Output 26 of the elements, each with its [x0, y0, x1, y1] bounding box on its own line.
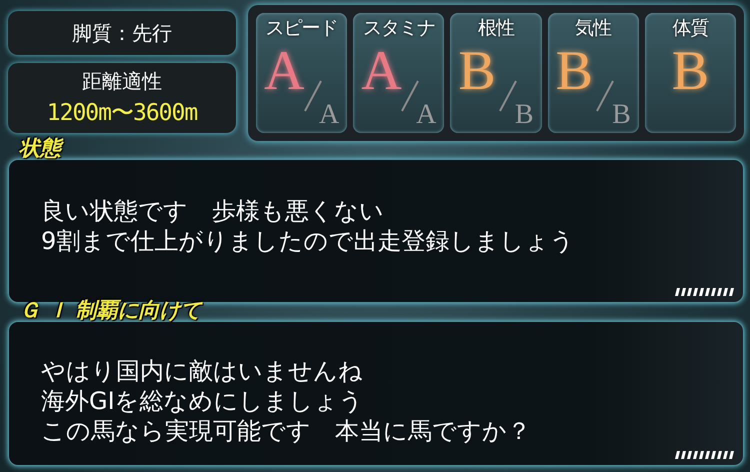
message-line: この馬なら実現可能です 本当に馬ですか？: [41, 416, 532, 446]
message-line: 海外GIを総なめにしましょう: [41, 386, 365, 416]
potential-grade: B: [514, 99, 534, 131]
potential-grade: A: [318, 99, 340, 131]
stat-name: 根性: [478, 16, 514, 41]
stripe-icon: [675, 288, 735, 296]
potential-grade: B: [612, 99, 631, 131]
stat-grade: A: [361, 43, 402, 99]
stripe-icon: [675, 451, 735, 459]
stat-name: 気性: [575, 16, 612, 41]
panel-title: Ｇ Ｉ 制覇に向けて: [19, 297, 202, 324]
message-line: 9割まで仕上がりましたので出走登録しましょう: [41, 226, 576, 256]
stat-grade: B: [672, 43, 710, 99]
running-style-label: 脚質：先行: [8, 11, 236, 55]
distance-label: 距離適性: [82, 68, 162, 95]
potential-grade: A: [416, 99, 436, 131]
stat-name: 体質: [672, 16, 708, 41]
stat-grade: B: [556, 43, 593, 99]
stat-grade: B: [458, 43, 496, 99]
message-line: やはり国内に敵はいませんね: [41, 356, 364, 386]
message-line: 良い状態です 歩様も悪くない: [41, 196, 385, 226]
slash-icon: [594, 79, 615, 113]
distance-value: 1200m〜3600m: [46, 99, 198, 128]
stat-grade: A: [264, 43, 304, 99]
stat-name: スピード: [266, 16, 338, 41]
stat-name: スタミナ: [362, 16, 435, 41]
